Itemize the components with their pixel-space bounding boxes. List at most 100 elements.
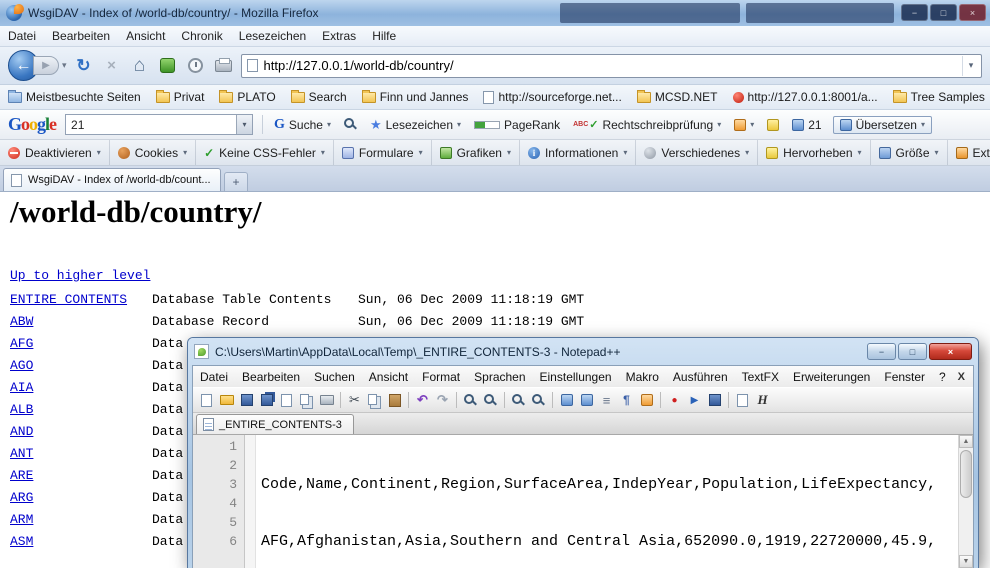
minimize-button[interactable]: −	[901, 4, 928, 21]
save-all-button[interactable]	[258, 392, 275, 408]
vertical-scrollbar[interactable]: ▲ ▼	[958, 435, 973, 568]
entry-link[interactable]: ALB	[10, 402, 33, 417]
menu-textfx[interactable]: TextFX	[735, 370, 786, 384]
menu-ansicht[interactable]: Ansicht	[362, 370, 415, 384]
entry-link[interactable]: ABW	[10, 314, 33, 329]
menu-datei[interactable]: Datei	[0, 29, 44, 43]
menu-lesezeichen[interactable]: Lesezeichen	[231, 29, 314, 43]
menu-ausfuehren[interactable]: Ausführen	[666, 370, 735, 384]
sync-horizontal-button[interactable]	[578, 392, 595, 408]
webdev-disable-menu[interactable]: Deaktivieren▾	[0, 140, 110, 165]
webdev-cookies-menu[interactable]: Cookies▾	[110, 140, 196, 165]
undo-button[interactable]: ↶	[414, 392, 431, 408]
entry-link[interactable]: ASM	[10, 534, 33, 549]
zoom-in-button[interactable]	[510, 392, 527, 408]
copy-button[interactable]	[366, 392, 383, 408]
spellcheck-button[interactable]: ABC✓Rechtschreibprüfung▾	[571, 118, 723, 132]
search-history-dropdown-icon[interactable]: ▾	[236, 115, 252, 134]
webdev-outline-menu[interactable]: Hervorheben▾	[758, 140, 870, 165]
bookmark-item[interactable]: PLATO	[219, 90, 275, 104]
google-search-value[interactable]: 21	[66, 118, 236, 132]
print-button[interactable]	[213, 54, 235, 78]
entry-link[interactable]: AFG	[10, 336, 33, 351]
google-search-input[interactable]: 21 ▾	[65, 114, 253, 135]
menu-chronik[interactable]: Chronik	[173, 29, 230, 43]
new-tab-button[interactable]: +	[224, 172, 248, 191]
scroll-up-icon[interactable]: ▲	[959, 435, 973, 448]
highlighter-button[interactable]	[765, 119, 781, 131]
url-text[interactable]: http://127.0.0.1/world-db/country/	[264, 58, 956, 73]
history-clock-button[interactable]	[185, 54, 207, 78]
maximize-button[interactable]: □	[898, 343, 927, 360]
autofill-button[interactable]: ▾	[732, 119, 756, 131]
entry-link[interactable]: ENTIRE CONTENTS	[10, 292, 127, 307]
menu-bearbeiten[interactable]: Bearbeiten	[235, 370, 307, 384]
translate-button[interactable]: Übersetzen▾	[833, 116, 932, 134]
webdev-misc-menu[interactable]: Verschiedenes▾	[636, 140, 758, 165]
new-file-button[interactable]	[198, 392, 215, 408]
url-bar[interactable]: http://127.0.0.1/world-db/country/ ▾	[241, 54, 982, 78]
menu-help[interactable]: ?	[932, 370, 953, 384]
bookmark-item[interactable]: MCSD.NET	[637, 90, 718, 104]
record-macro-button[interactable]: ●	[666, 392, 683, 408]
close-all-button[interactable]	[298, 392, 315, 408]
entry-link[interactable]: AND	[10, 424, 33, 439]
pagerank-indicator[interactable]: PageRank	[472, 118, 562, 132]
url-dropdown-icon[interactable]: ▾	[962, 56, 979, 76]
redo-button[interactable]: ↷	[434, 392, 451, 408]
webdev-css-menu[interactable]: ✓Keine CSS-Fehler▾	[196, 140, 334, 165]
reload-button[interactable]: ↻	[73, 54, 95, 78]
entry-link[interactable]: ARM	[10, 512, 33, 527]
save-button[interactable]	[238, 392, 255, 408]
menu-bearbeiten[interactable]: Bearbeiten	[44, 29, 118, 43]
entry-link[interactable]: AIA	[10, 380, 33, 395]
menu-format[interactable]: Format	[415, 370, 467, 384]
scroll-down-icon[interactable]: ▼	[959, 555, 973, 568]
maximize-button[interactable]: □	[930, 4, 957, 21]
menu-datei[interactable]: Datei	[193, 370, 235, 384]
zoom-out-button[interactable]	[530, 392, 547, 408]
scrollbar-thumb[interactable]	[960, 450, 972, 498]
menu-makro[interactable]: Makro	[619, 370, 666, 384]
stop-button[interactable]: ×	[101, 54, 123, 78]
webdev-resize-menu[interactable]: Größe▾	[871, 140, 948, 165]
hex-editor-button[interactable]: H	[754, 392, 771, 408]
menu-erweiterungen[interactable]: Erweiterungen	[786, 370, 877, 384]
close-button[interactable]: ×	[929, 343, 972, 360]
entry-link[interactable]: AGO	[10, 358, 33, 373]
up-to-higher-level-link[interactable]: Up to higher level	[10, 268, 150, 283]
text-content[interactable]: Code,Name,Continent,Region,SurfaceArea,I…	[256, 435, 958, 568]
webdev-tools-menu[interactable]: Extras▾	[948, 140, 990, 165]
menu-ansicht[interactable]: Ansicht	[118, 29, 173, 43]
menu-einstellungen[interactable]: Einstellungen	[533, 370, 619, 384]
bookmark-item[interactable]: http://sourceforge.net...	[483, 90, 621, 104]
notepadpp-titlebar[interactable]: C:\Users\Martin\AppData\Local\Temp\_ENTI…	[188, 338, 978, 365]
result-counter[interactable]: 21	[790, 118, 823, 132]
forward-button[interactable]: ▶	[33, 56, 59, 75]
entry-link[interactable]: ANT	[10, 446, 33, 461]
save-macro-button[interactable]	[706, 392, 723, 408]
home-button[interactable]: ⌂	[129, 54, 151, 78]
print-button[interactable]	[318, 392, 335, 408]
cut-button[interactable]: ✂	[346, 392, 363, 408]
editor-area[interactable]: 1 2 3 4 5 6 Code,Name,Continent,Region,S…	[193, 435, 973, 568]
history-dropdown-icon[interactable]: ▾	[62, 60, 67, 71]
find-button[interactable]	[462, 392, 479, 408]
bookmark-item[interactable]: Tree Samples	[893, 90, 985, 104]
minimize-button[interactable]: −	[867, 343, 896, 360]
entry-link[interactable]: ARE	[10, 468, 33, 483]
webdev-information-menu[interactable]: iInformationen▾	[520, 140, 636, 165]
site-search-button[interactable]	[342, 118, 359, 131]
show-symbols-button[interactable]: ¶	[618, 392, 635, 408]
bookmark-item[interactable]: http://127.0.0.1:8001/a...	[733, 90, 878, 104]
close-file-button[interactable]	[278, 392, 295, 408]
open-file-button[interactable]	[218, 392, 235, 408]
menu-fenster[interactable]: Fenster	[877, 370, 932, 384]
sync-vertical-button[interactable]	[558, 392, 575, 408]
indent-guide-button[interactable]	[638, 392, 655, 408]
close-button[interactable]: ×	[959, 4, 986, 21]
play-macro-button[interactable]: ▶	[686, 392, 703, 408]
webdev-images-menu[interactable]: Grafiken▾	[432, 140, 520, 165]
word-wrap-button[interactable]: ≡	[598, 392, 615, 408]
bookmark-item[interactable]: Meistbesuchte Seiten	[8, 90, 141, 104]
